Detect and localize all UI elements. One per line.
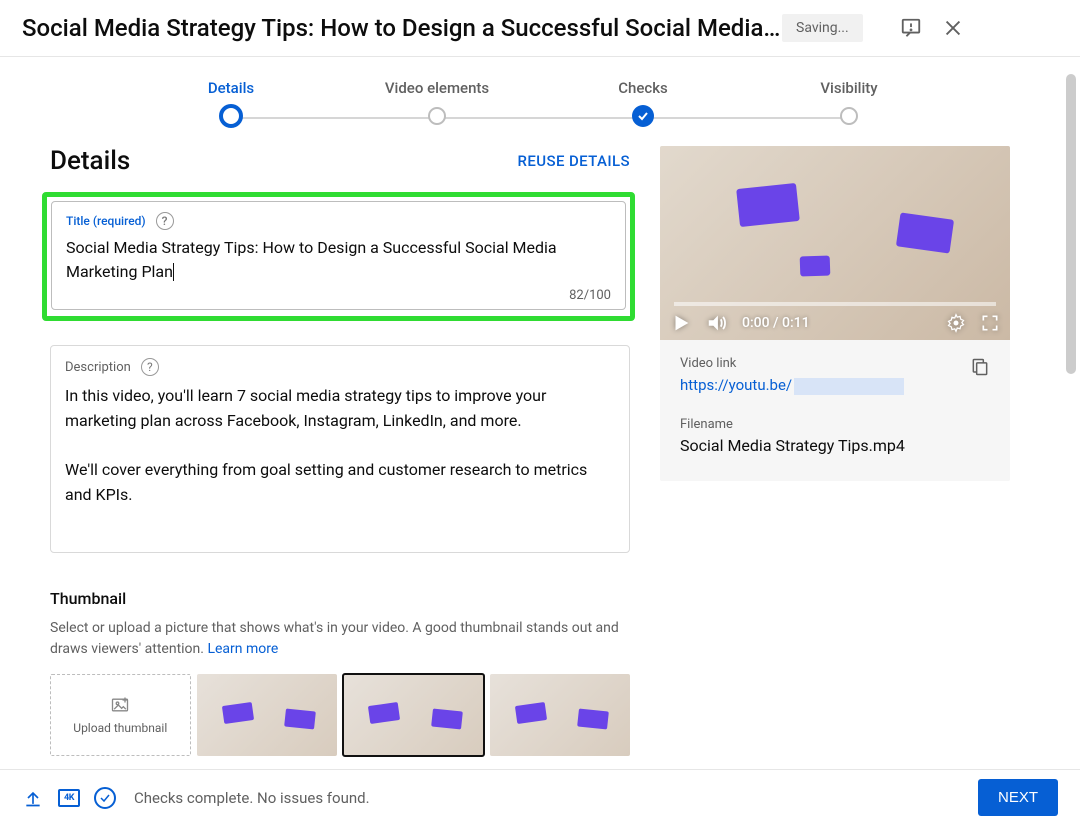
saving-badge: Saving... bbox=[782, 14, 863, 42]
title-input[interactable]: Social Media Strategy Tips: How to Desig… bbox=[66, 236, 611, 284]
stepper: Details Video elements Checks Visibility bbox=[0, 57, 1080, 138]
step-dot-icon bbox=[428, 107, 446, 125]
feedback-icon[interactable] bbox=[899, 16, 923, 40]
thumbnail-row: Upload thumbnail bbox=[50, 674, 630, 756]
thumbnail-option-2[interactable] bbox=[343, 674, 483, 756]
next-button[interactable]: NEXT bbox=[978, 779, 1058, 816]
reuse-details-button[interactable]: REUSE DETAILS bbox=[518, 152, 630, 170]
header: Social Media Strategy Tips: How to Desig… bbox=[0, 0, 1080, 57]
video-time: 0:00 / 0:11 bbox=[742, 315, 810, 331]
learn-more-link[interactable]: Learn more bbox=[207, 641, 278, 657]
step-dot-icon bbox=[632, 105, 654, 127]
filename-label: Filename bbox=[680, 417, 990, 432]
step-label: Details bbox=[128, 79, 334, 97]
close-icon[interactable] bbox=[941, 16, 965, 40]
step-checks[interactable]: Checks bbox=[540, 79, 746, 128]
volume-icon[interactable] bbox=[706, 312, 728, 334]
video-title-header: Social Media Strategy Tips: How to Desig… bbox=[22, 14, 782, 42]
step-visibility[interactable]: Visibility bbox=[746, 79, 952, 128]
scrollbar[interactable] bbox=[1066, 74, 1076, 374]
checks-status-icon bbox=[94, 787, 116, 809]
settings-icon[interactable] bbox=[946, 313, 966, 333]
video-preview-card: 0:00 / 0:11 Video link https://youtu.be/ bbox=[660, 146, 1010, 481]
upload-thumbnail-button[interactable]: Upload thumbnail bbox=[50, 674, 191, 756]
upload-thumbnail-label: Upload thumbnail bbox=[73, 721, 167, 735]
title-label: Title (required) bbox=[66, 214, 146, 228]
title-field[interactable]: Title (required) ? Social Media Strategy… bbox=[51, 201, 626, 310]
copy-link-icon[interactable] bbox=[970, 356, 990, 382]
step-dot-icon bbox=[840, 107, 858, 125]
video-link-redacted bbox=[794, 378, 904, 395]
filename-value: Social Media Strategy Tips.mp4 bbox=[680, 436, 990, 455]
step-video-elements[interactable]: Video elements bbox=[334, 79, 540, 128]
section-title-details: Details bbox=[50, 146, 130, 176]
step-dot-icon bbox=[219, 104, 243, 128]
play-icon[interactable] bbox=[670, 312, 692, 334]
upload-status-icon bbox=[22, 787, 44, 809]
description-field[interactable]: Description ? In this video, you'll lear… bbox=[50, 345, 630, 553]
title-highlight-box: Title (required) ? Social Media Strategy… bbox=[42, 192, 635, 321]
video-link[interactable]: https://youtu.be/ bbox=[680, 376, 904, 394]
fullscreen-icon[interactable] bbox=[980, 313, 1000, 333]
thumbnail-option-3[interactable] bbox=[490, 674, 630, 756]
title-char-counter: 82/100 bbox=[66, 288, 611, 303]
step-details[interactable]: Details bbox=[128, 79, 334, 128]
thumbnail-help: Select or upload a picture that shows wh… bbox=[50, 618, 630, 660]
add-image-icon bbox=[109, 695, 131, 715]
description-label: Description bbox=[65, 360, 131, 375]
step-label: Visibility bbox=[746, 79, 952, 97]
help-icon[interactable]: ? bbox=[156, 212, 174, 230]
thumbnail-heading: Thumbnail bbox=[50, 589, 630, 608]
resolution-badge: 4K bbox=[58, 789, 80, 807]
footer: 4K Checks complete. No issues found. NEX… bbox=[0, 769, 1080, 825]
step-label: Video elements bbox=[334, 79, 540, 97]
checks-message: Checks complete. No issues found. bbox=[134, 789, 978, 807]
help-icon[interactable]: ? bbox=[141, 358, 159, 376]
description-input[interactable]: In this video, you'll learn 7 social med… bbox=[65, 384, 615, 508]
video-player[interactable]: 0:00 / 0:11 bbox=[660, 146, 1010, 340]
step-label: Checks bbox=[540, 79, 746, 97]
thumbnail-option-1[interactable] bbox=[197, 674, 337, 756]
content-area: Details REUSE DETAILS Title (required) ?… bbox=[0, 138, 1080, 759]
video-link-label: Video link bbox=[680, 356, 904, 371]
